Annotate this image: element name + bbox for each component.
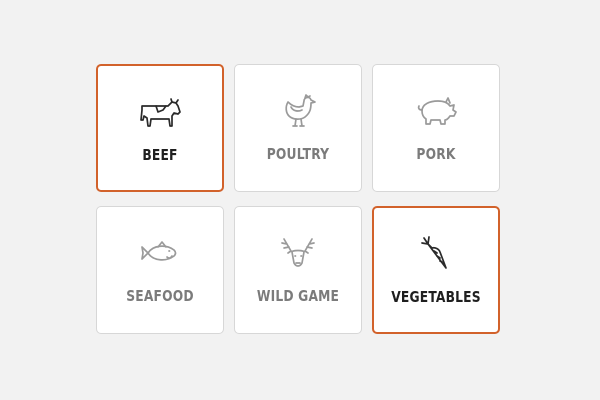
fish-icon xyxy=(136,233,184,273)
deer-icon xyxy=(274,233,322,273)
category-label: SEAFOOD xyxy=(126,287,194,305)
category-grid: BEEF POULTRY PORK SEAFOOD WILD GAME VEGE… xyxy=(96,64,502,336)
category-tile-wild-game[interactable]: WILD GAME xyxy=(234,206,362,334)
category-label: VEGETABLES xyxy=(391,288,481,306)
category-tile-poultry[interactable]: POULTRY xyxy=(234,64,362,192)
cow-icon xyxy=(136,92,184,132)
category-tile-beef[interactable]: BEEF xyxy=(96,64,224,192)
category-tile-pork[interactable]: PORK xyxy=(372,64,500,192)
carrot-icon xyxy=(412,234,460,274)
category-label: BEEF xyxy=(142,146,178,164)
category-tile-vegetables[interactable]: VEGETABLES xyxy=(372,206,500,334)
category-label: WILD GAME xyxy=(256,287,340,305)
category-label: POULTRY xyxy=(266,145,330,163)
category-tile-seafood[interactable]: SEAFOOD xyxy=(96,206,224,334)
pig-icon xyxy=(412,91,460,131)
category-label: PORK xyxy=(416,145,456,163)
chicken-icon xyxy=(274,91,322,131)
